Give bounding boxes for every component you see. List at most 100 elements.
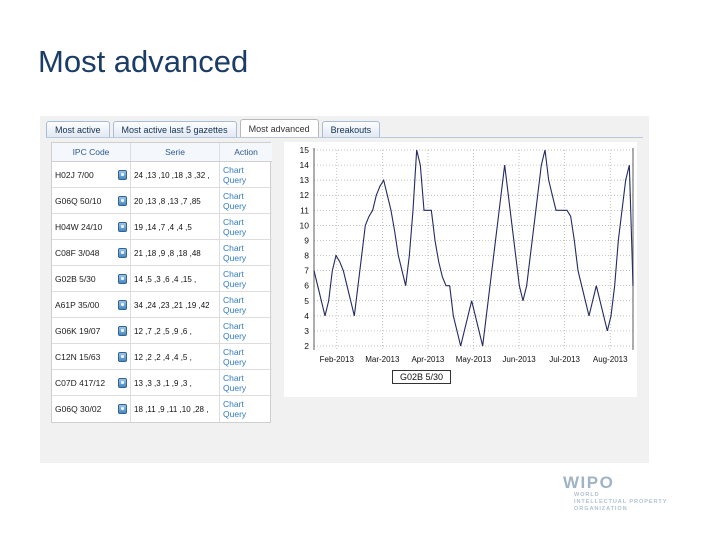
- y-axis-tick-label: 10: [300, 220, 310, 230]
- query-link[interactable]: Query: [223, 279, 269, 289]
- chart-link[interactable]: Chart: [223, 217, 269, 227]
- x-axis-tick-label: Feb-2013: [320, 355, 355, 364]
- cell-serie: 14 ,5 ,3 ,6 ,4 ,15 ,: [130, 265, 220, 292]
- cell-action: Chart Query: [219, 369, 272, 396]
- cell-serie: 34 ,24 ,23 ,21 ,19 ,42: [130, 291, 220, 318]
- lock-icon[interactable]: [118, 247, 127, 258]
- ipc-code-text: G06K 19/07: [55, 325, 101, 336]
- y-axis-tick-label: 8: [304, 251, 309, 261]
- ipc-code-text: C07D 417/12: [55, 377, 106, 388]
- ipc-table-body: H02J 7/00 24 ,13 ,10 ,18 ,3 ,32 , Chart Que…: [52, 161, 272, 422]
- serie-values: 18 ,11 ,9 ,11 ,10 ,28 ,: [134, 404, 209, 414]
- ipc-code-text: C08F 3/048: [55, 247, 100, 258]
- tab-most-active-last-5-gazettes[interactable]: Most active last 5 gazettes: [112, 121, 237, 138]
- cell-ipc-code: A61P 35/00: [52, 291, 131, 318]
- cell-action: Chart Query: [219, 213, 272, 240]
- serie-values: 14 ,5 ,3 ,6 ,4 ,15 ,: [134, 274, 197, 284]
- query-link[interactable]: Query: [223, 305, 269, 315]
- cell-action: Chart Query: [219, 239, 272, 266]
- wipo-tagline: WORLD INTELLECTUAL PROPERTY ORGANIZATION: [574, 492, 698, 514]
- y-axis-tick-label: 5: [304, 296, 309, 306]
- chart-link[interactable]: Chart: [223, 295, 269, 305]
- lock-icon[interactable]: [118, 169, 127, 180]
- lock-icon[interactable]: [118, 299, 127, 310]
- cell-ipc-code: G02B 5/30: [52, 265, 131, 292]
- tab-most-advanced[interactable]: Most advanced: [239, 119, 319, 138]
- y-axis-tick-label: 11: [300, 205, 309, 215]
- table-row: H04W 24/10 19 ,14 ,7 ,4 ,4 ,5 Chart Query: [52, 213, 272, 240]
- cell-serie: 21 ,18 ,9 ,8 ,18 ,48: [130, 239, 220, 266]
- table-row: C12N 15/63 12 ,2 ,2 ,4 ,4 ,5 , Chart Query: [52, 343, 272, 370]
- query-link[interactable]: Query: [223, 383, 269, 393]
- x-axis-tick-label: Mar-2013: [365, 355, 400, 364]
- chart-link[interactable]: Chart: [223, 243, 269, 253]
- serie-values: 19 ,14 ,7 ,4 ,4 ,5: [134, 222, 192, 232]
- cell-ipc-code: G06Q 30/02: [52, 395, 131, 422]
- cell-action: Chart Query: [219, 317, 272, 344]
- cell-ipc-code: C07D 417/12: [52, 369, 131, 396]
- query-link[interactable]: Query: [223, 227, 269, 237]
- lock-icon[interactable]: [118, 273, 127, 284]
- serie-values: 34 ,24 ,23 ,21 ,19 ,42: [134, 300, 210, 310]
- ipc-code-text: G02B 5/30: [55, 273, 96, 284]
- cell-serie: 13 ,3 ,3 ,1 ,9 ,3 ,: [130, 369, 220, 396]
- query-link[interactable]: Query: [223, 201, 269, 211]
- table-row: C08F 3/048 21 ,18 ,9 ,8 ,18 ,48 Chart Query: [52, 239, 272, 266]
- cell-ipc-code: G06K 19/07: [52, 317, 131, 344]
- table-row: H02J 7/00 24 ,13 ,10 ,18 ,3 ,32 , Chart Que…: [52, 161, 272, 188]
- x-axis-tick-label: Apr-2013: [411, 355, 444, 364]
- column-header-action: Action: [219, 143, 272, 162]
- trend-line-chart: 2 3 4 5 6 7 8 9 10 11 12 13 14 15 Feb-2013 Mar-2013 Apr-…: [300, 145, 634, 364]
- ipc-table: IPC Code Serie Action H02J 7/00 24 ,13 ,1…: [52, 143, 272, 422]
- query-link[interactable]: Query: [223, 357, 269, 367]
- page-title: Most advanced: [38, 44, 249, 79]
- chart-link[interactable]: Chart: [223, 269, 269, 279]
- cell-action: Chart Query: [219, 291, 272, 318]
- ipc-table-container: IPC Code Serie Action H02J 7/00 24 ,13 ,1…: [51, 142, 272, 423]
- lock-icon[interactable]: [118, 377, 127, 388]
- tab-most-active[interactable]: Most active: [46, 121, 110, 138]
- chart-link[interactable]: Chart: [223, 373, 269, 383]
- chart-series-line: [313, 149, 634, 347]
- cell-ipc-code: C12N 15/63: [52, 343, 131, 370]
- lock-icon[interactable]: [118, 195, 127, 206]
- query-link[interactable]: Query: [223, 331, 269, 341]
- chart-link[interactable]: Chart: [223, 399, 269, 409]
- ipc-code-text: C12N 15/63: [55, 351, 101, 362]
- y-axis-tick-label: 12: [300, 190, 310, 200]
- y-axis-tick-label: 4: [304, 311, 309, 321]
- query-link[interactable]: Query: [223, 175, 269, 185]
- cell-serie: 12 ,7 ,2 ,5 ,9 ,6 ,: [130, 317, 220, 344]
- lock-icon[interactable]: [118, 403, 127, 414]
- y-axis-tick-label: 9: [304, 235, 309, 245]
- tab-breakouts[interactable]: Breakouts: [321, 121, 381, 138]
- cell-action: Chart Query: [219, 187, 272, 214]
- cell-serie: 24 ,13 ,10 ,18 ,3 ,32 ,: [130, 161, 220, 188]
- cell-serie: 12 ,2 ,2 ,4 ,4 ,5 ,: [130, 343, 220, 370]
- chart-link[interactable]: Chart: [223, 191, 269, 201]
- x-axis-tick-label: Jun-2013: [502, 355, 536, 364]
- table-row: G06K 19/07 12 ,7 ,2 ,5 ,9 ,6 , Chart Query: [52, 317, 272, 344]
- lock-icon[interactable]: [118, 221, 127, 232]
- column-header-ipc-code[interactable]: IPC Code: [52, 143, 131, 162]
- cell-serie: 18 ,11 ,9 ,11 ,10 ,28 ,: [130, 395, 220, 422]
- y-axis-tick-label: 2: [304, 341, 309, 351]
- x-axis-tick-label: Jul-2013: [549, 355, 580, 364]
- cell-ipc-code: H02J 7/00: [52, 161, 131, 188]
- lock-icon[interactable]: [118, 325, 127, 336]
- serie-values: 13 ,3 ,3 ,1 ,9 ,3 ,: [134, 378, 192, 388]
- lock-icon[interactable]: [118, 351, 127, 362]
- chart-link[interactable]: Chart: [223, 321, 269, 331]
- tab-content-area: IPC Code Serie Action H02J 7/00 24 ,13 ,1…: [46, 138, 643, 458]
- column-header-serie[interactable]: Serie: [130, 143, 220, 162]
- chart-link[interactable]: Chart: [223, 165, 269, 175]
- table-row: G06Q 30/02 18 ,11 ,9 ,11 ,10 ,28 , Chart Qu…: [52, 395, 272, 422]
- cell-action: Chart Query: [219, 161, 272, 188]
- wipo-tagline-line-3: ORGANIZATION: [574, 506, 628, 513]
- x-axis-tick-label: Aug-2013: [593, 355, 628, 364]
- table-header-row: IPC Code Serie Action: [52, 143, 272, 162]
- query-link[interactable]: Query: [223, 409, 269, 419]
- query-link[interactable]: Query: [223, 253, 269, 263]
- chart-link[interactable]: Chart: [223, 347, 269, 357]
- serie-values: 21 ,18 ,9 ,8 ,18 ,48: [134, 248, 201, 258]
